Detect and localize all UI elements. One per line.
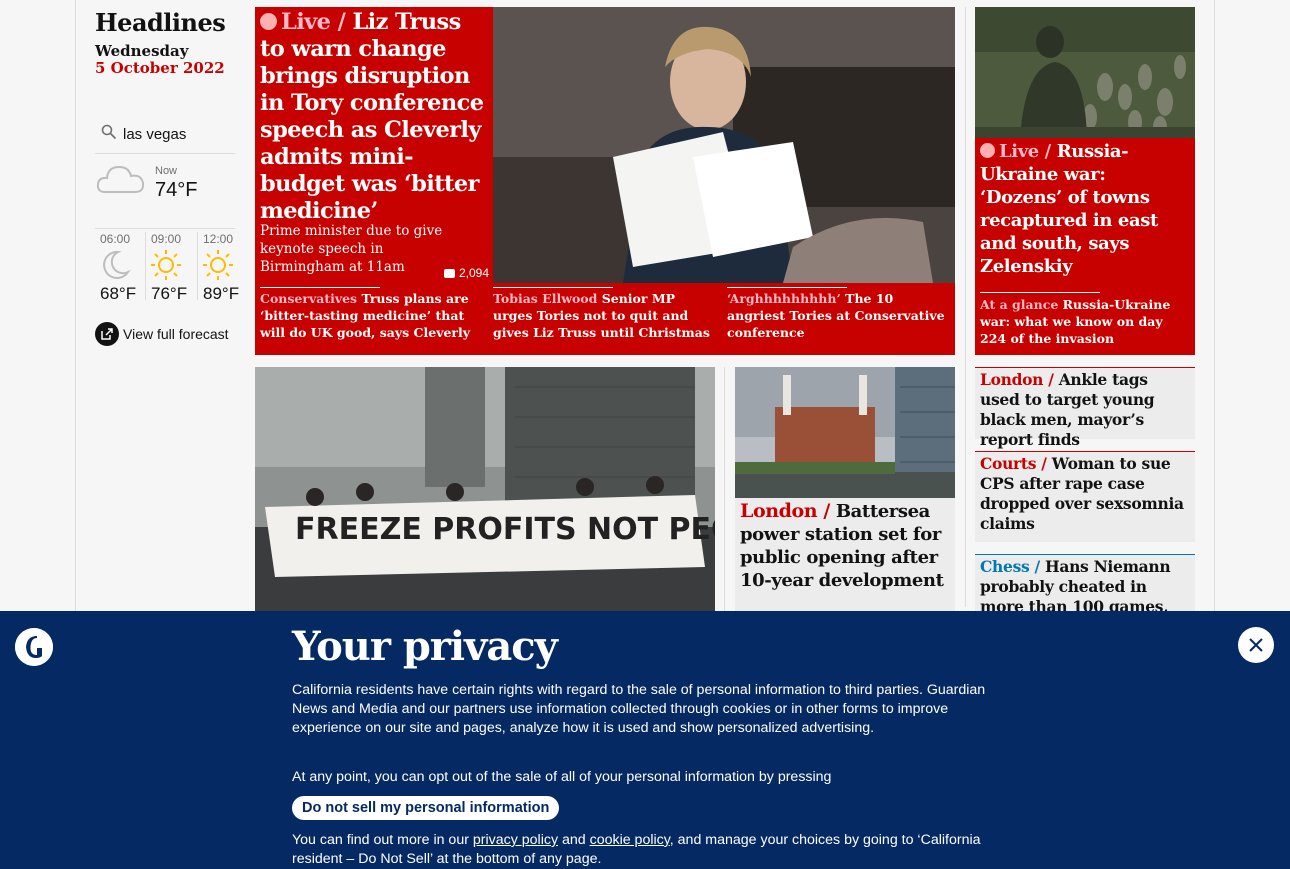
sublink[interactable]: Conservatives Truss plans are ‘bitter-ta… bbox=[260, 287, 480, 341]
guardian-logo bbox=[15, 628, 53, 666]
ukraine-story-card[interactable]: Live / Russia-Ukraine war: ‘Dozens’ of t… bbox=[975, 7, 1195, 355]
external-link-icon bbox=[95, 322, 119, 346]
close-icon bbox=[1249, 638, 1263, 652]
protest-banner-text: FREEZE PROFITS NOT PEOPLE bbox=[295, 512, 715, 547]
date-day: Wednesday bbox=[95, 42, 189, 60]
lead-headline-text: Liz Truss to warn change brings disrupti… bbox=[260, 9, 484, 224]
sun-icon bbox=[151, 250, 181, 280]
cloud-icon bbox=[96, 165, 145, 193]
column-divider bbox=[965, 7, 966, 607]
view-full-forecast-link[interactable]: View full forecast bbox=[95, 322, 229, 346]
battersea-kicker: London / bbox=[740, 500, 830, 522]
forecast-time: 12:00 bbox=[203, 232, 234, 246]
section-title: Headlines bbox=[95, 8, 226, 37]
forecast-slot: 06:00 68°F bbox=[95, 232, 145, 303]
lead-headline[interactable]: Live / Liz Truss to warn change brings d… bbox=[260, 9, 492, 225]
forecast-temp: 76°F bbox=[151, 284, 188, 303]
privacy-banner: Your privacy California residents have c… bbox=[0, 611, 1290, 869]
weather-location[interactable]: las vegas bbox=[123, 126, 186, 143]
weather-location-search[interactable]: las vegas bbox=[95, 120, 235, 154]
divider bbox=[95, 228, 235, 229]
forecast-temp: 68°F bbox=[100, 284, 137, 303]
divider bbox=[980, 292, 1100, 293]
forecast-time: 06:00 bbox=[100, 232, 131, 246]
ukraine-headline[interactable]: Live / Russia-Ukraine war: ‘Dozens’ of t… bbox=[980, 140, 1192, 278]
privacy-policy-link[interactable]: privacy policy bbox=[473, 832, 558, 848]
protest-story-image[interactable]: FREEZE PROFITS NOT PEOPLE bbox=[255, 367, 715, 617]
divider bbox=[493, 287, 613, 288]
close-button[interactable] bbox=[1238, 627, 1274, 663]
lead-standfirst: Prime minister due to give keynote speec… bbox=[260, 223, 443, 275]
small-story-card[interactable]: Chess / Hans Niemann probably cheated in… bbox=[975, 554, 1195, 616]
forecast-time: 09:00 bbox=[151, 232, 182, 246]
forecast-temp: 89°F bbox=[203, 284, 240, 303]
forecast-slot: 09:00 76°F bbox=[145, 232, 195, 303]
moon-icon bbox=[103, 250, 131, 279]
date-full: 5 October 2022 bbox=[95, 59, 225, 77]
column-divider bbox=[724, 367, 725, 627]
small-story-card[interactable]: Courts / Woman to sue CPS after rape cas… bbox=[975, 451, 1195, 542]
small-story-headline[interactable]: London / Ankle tags used to target young… bbox=[975, 368, 1195, 456]
privacy-title: Your privacy bbox=[292, 623, 558, 670]
comment-count-text: 2,094 bbox=[459, 266, 490, 280]
small-story-headline[interactable]: Courts / Woman to sue CPS after rape cas… bbox=[975, 452, 1195, 540]
battersea-headline[interactable]: London / Battersea power station set for… bbox=[740, 500, 952, 592]
view-full-forecast-label: View full forecast bbox=[123, 326, 229, 342]
live-dot-icon bbox=[980, 143, 995, 158]
do-not-sell-button[interactable]: Do not sell my personal information bbox=[292, 796, 560, 820]
small-story-kicker: London / bbox=[980, 370, 1054, 389]
weather-now-label: Now bbox=[155, 165, 178, 177]
lead-kicker: Live / bbox=[281, 9, 346, 35]
search-icon bbox=[101, 124, 117, 140]
battersea-story-card[interactable]: London / Battersea power station set for… bbox=[735, 367, 955, 617]
comment-icon bbox=[444, 268, 455, 278]
privacy-body-optout: At any point, you can opt out of the sal… bbox=[292, 769, 832, 785]
privacy-body-more: You can find out more in our privacy pol… bbox=[292, 831, 1012, 869]
lead-story-card[interactable]: Live / Liz Truss to warn change brings d… bbox=[255, 7, 955, 355]
ukraine-story-image bbox=[975, 7, 1195, 138]
cookie-policy-link[interactable]: cookie policy bbox=[590, 832, 670, 848]
live-dot-icon bbox=[260, 13, 277, 30]
battersea-story-image bbox=[735, 367, 955, 498]
sublink-kicker: ‘Arghhhhhhhhh’ bbox=[727, 291, 841, 306]
sublink-kicker: Conservatives bbox=[260, 291, 358, 306]
privacy-body: California residents have certain rights… bbox=[292, 682, 986, 736]
sublink[interactable]: Tobias Ellwood Senior MP urges Tories no… bbox=[493, 287, 713, 341]
ukraine-kicker: Live / bbox=[999, 141, 1051, 162]
small-story-kicker: Chess / bbox=[980, 557, 1040, 576]
comment-count[interactable]: 2,094 bbox=[444, 266, 489, 280]
sublink[interactable]: ‘Arghhhhhhhhh’ The 10 angriest Tories at… bbox=[727, 287, 949, 341]
privacy-text: and bbox=[558, 832, 590, 848]
sun-icon bbox=[203, 250, 233, 280]
sublink-kicker: At a glance bbox=[980, 297, 1059, 312]
small-story-card[interactable]: London / Ankle tags used to target young… bbox=[975, 367, 1195, 449]
divider bbox=[260, 287, 380, 288]
weather-now-temp: 74°F bbox=[155, 179, 198, 201]
divider bbox=[727, 287, 847, 288]
lead-story-image bbox=[493, 7, 955, 283]
small-story-kicker: Courts / bbox=[980, 454, 1047, 473]
sublink-kicker: Tobias Ellwood bbox=[493, 291, 598, 306]
forecast-slot: 12:00 89°F bbox=[197, 232, 247, 303]
privacy-text: You can find out more in our bbox=[292, 832, 473, 848]
sublink[interactable]: At a glance Russia-Ukraine war: what we … bbox=[980, 292, 1190, 347]
